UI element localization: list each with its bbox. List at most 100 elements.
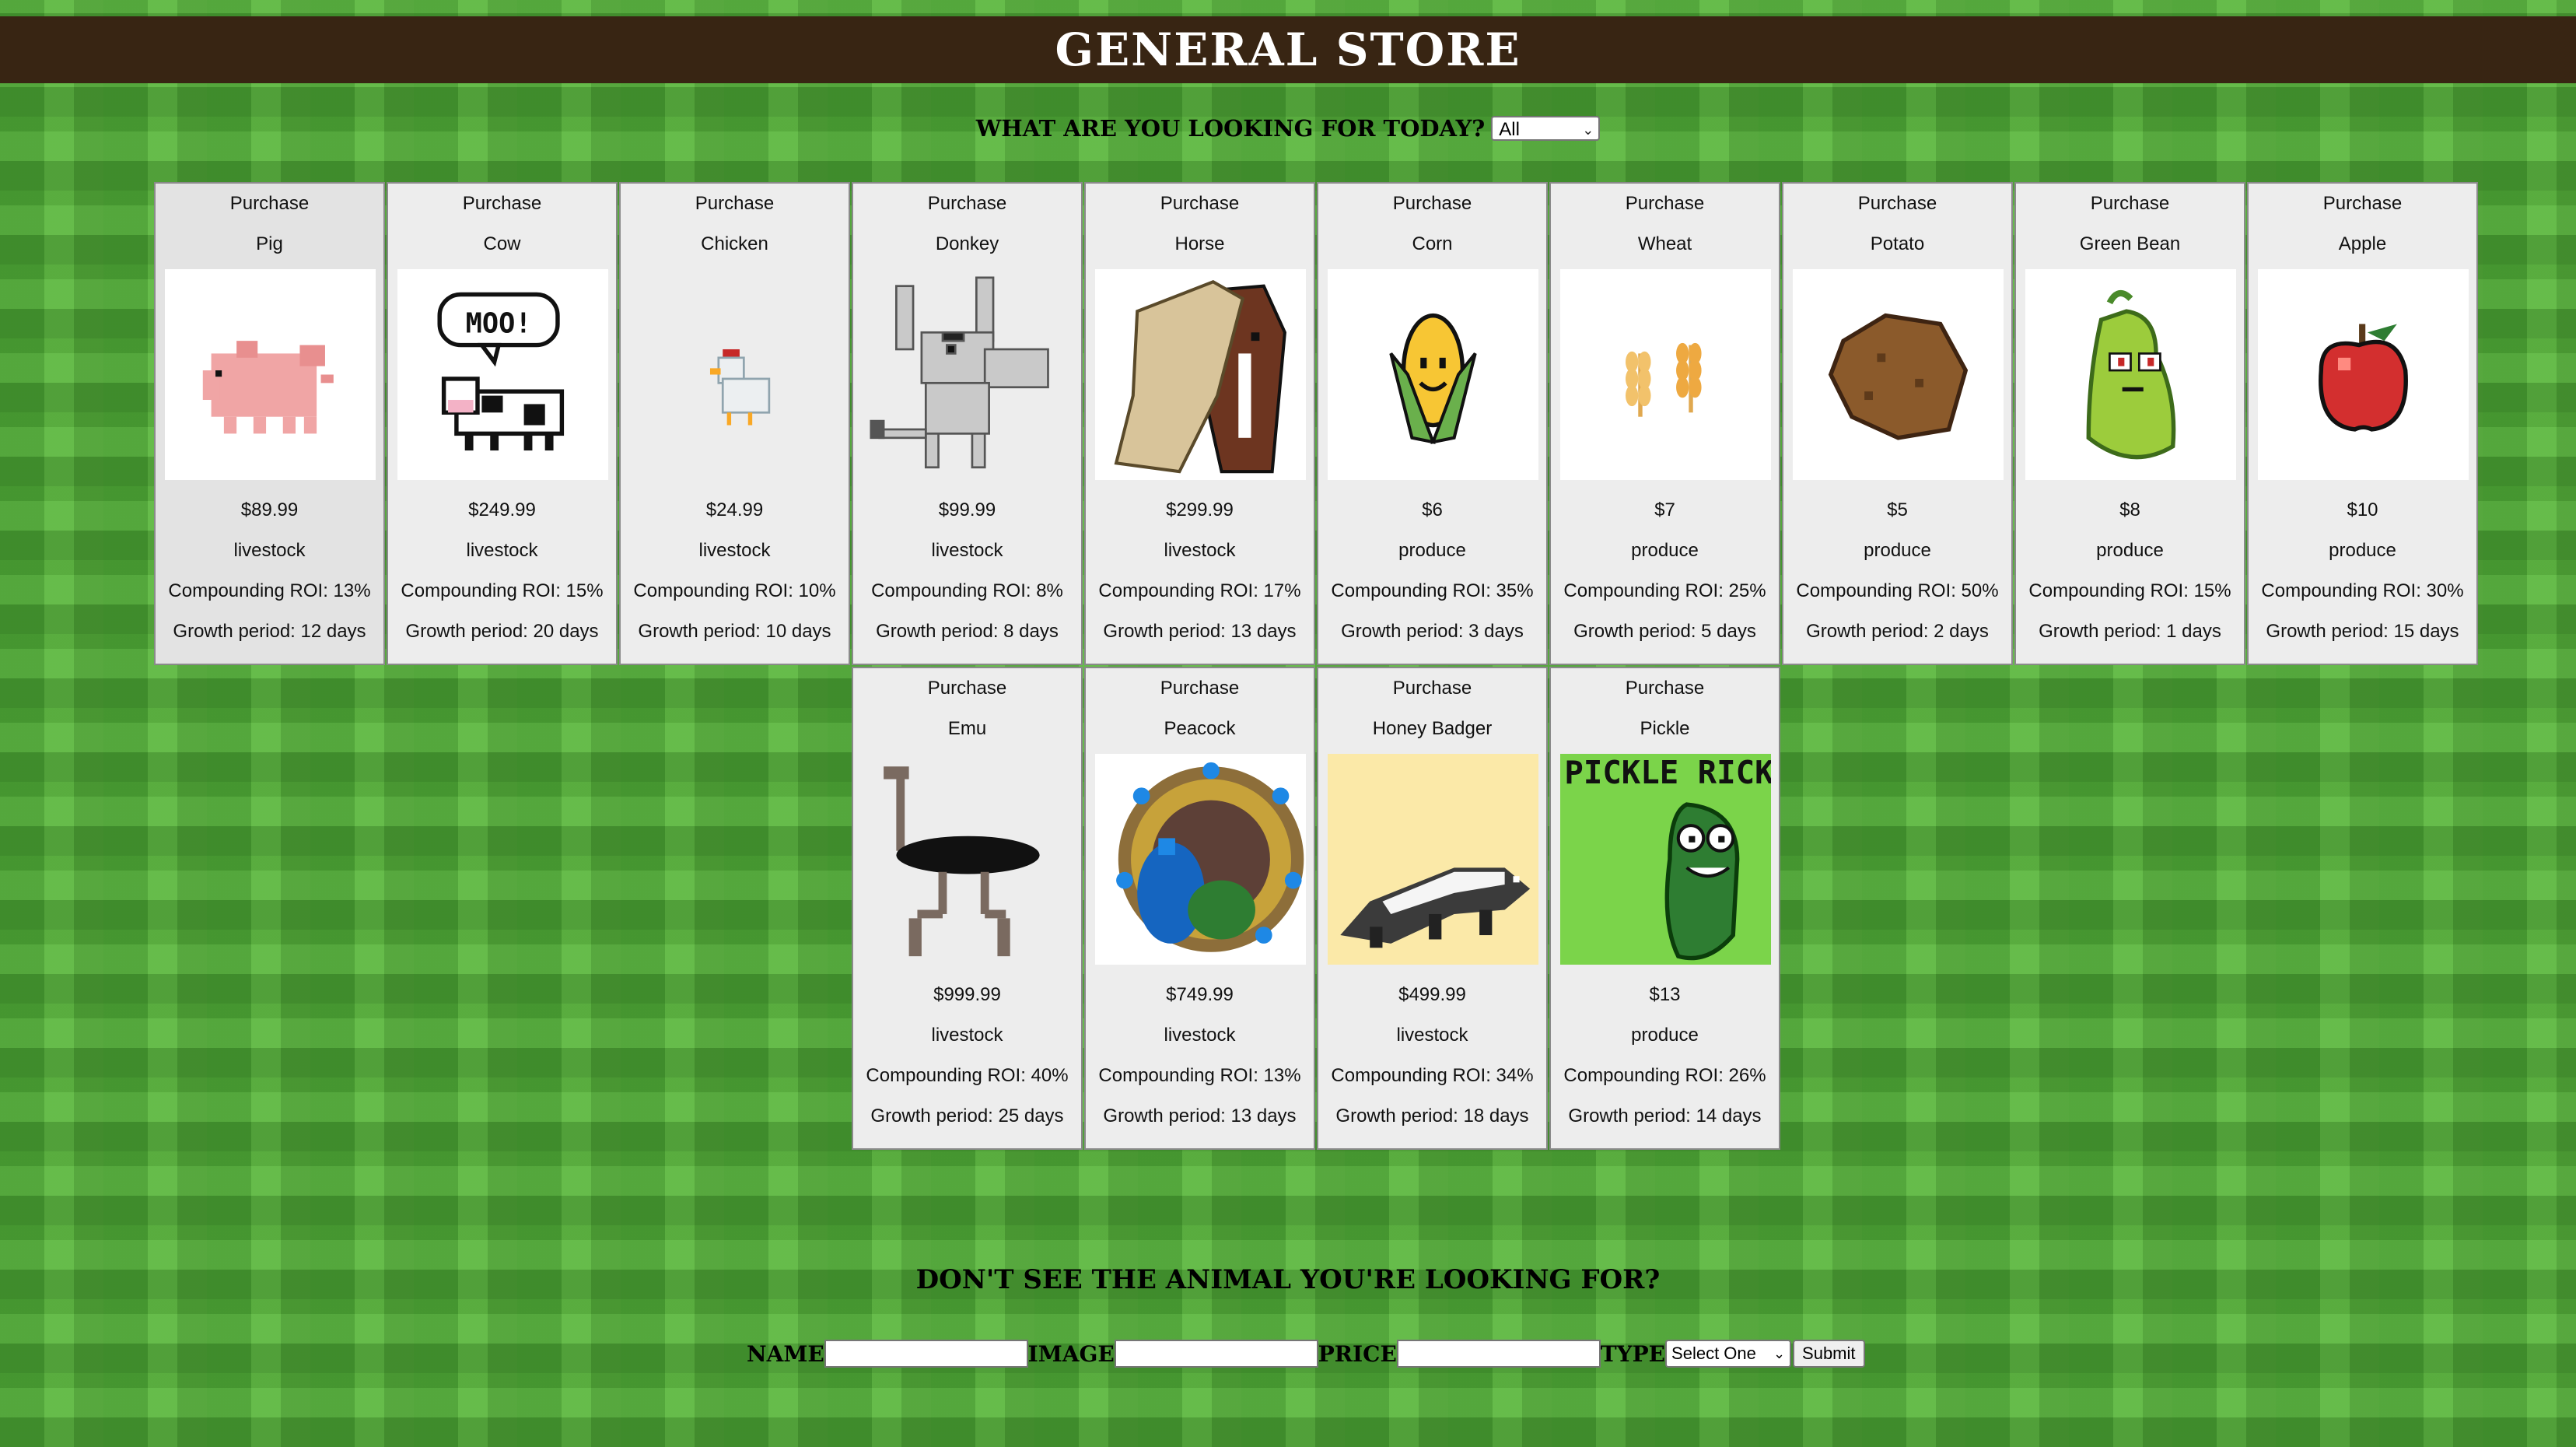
filter-row: What are you looking for today? All ⌄ xyxy=(0,115,2576,151)
product-name: Chicken xyxy=(701,233,768,254)
filter-select-value: All xyxy=(1499,119,1520,140)
product-card-wheat[interactable]: Purchase Wheat $7 produce Compounding RO… xyxy=(1549,182,1780,665)
product-price: $8 xyxy=(2119,499,2140,520)
product-card-honey-badger[interactable]: Purchase Honey Badger $499.99 livestock … xyxy=(1317,667,1548,1150)
type-select[interactable]: Select One ⌄ xyxy=(1665,1340,1792,1368)
price-input[interactable] xyxy=(1396,1340,1601,1368)
chevron-down-icon: ⌄ xyxy=(1582,122,1594,138)
product-card-peacock[interactable]: Purchase Peacock $749.99 livestock Compo… xyxy=(1084,667,1315,1150)
product-roi: Compounding ROI: 15% xyxy=(401,580,604,601)
product-type: produce xyxy=(1631,540,1699,561)
product-growth: Growth period: 1 days xyxy=(2039,621,2221,642)
product-price: $24.99 xyxy=(705,499,764,520)
product-name: Peacock xyxy=(1164,718,1236,739)
product-card-apple[interactable]: Purchase Apple $10 produce Compounding R… xyxy=(2247,182,2478,665)
product-roi: Compounding ROI: 26% xyxy=(1563,1065,1766,1086)
green-bean-icon xyxy=(2025,269,2236,480)
chevron-down-icon: ⌄ xyxy=(1773,1346,1786,1361)
product-price: $7 xyxy=(1654,499,1675,520)
purchase-label[interactable]: Purchase xyxy=(156,188,383,219)
purchase-label[interactable]: Purchase xyxy=(621,188,849,219)
product-type: produce xyxy=(1631,1025,1699,1046)
product-type: produce xyxy=(2329,540,2396,561)
product-name: Horse xyxy=(1174,233,1225,254)
product-type: livestock xyxy=(1396,1025,1468,1046)
purchase-label[interactable]: Purchase xyxy=(1086,188,1314,219)
product-name: Honey Badger xyxy=(1372,718,1493,739)
submit-button[interactable]: Submit xyxy=(1793,1340,1865,1368)
product-type: produce xyxy=(1398,540,1466,561)
product-type: livestock xyxy=(1164,1025,1236,1046)
filter-select[interactable]: All ⌄ xyxy=(1491,116,1601,141)
purchase-label[interactable]: Purchase xyxy=(1086,673,1314,704)
purchase-label[interactable]: Purchase xyxy=(853,188,1081,219)
product-growth: Growth period: 18 days xyxy=(1335,1105,1529,1126)
product-price: $99.99 xyxy=(938,499,996,520)
product-roi: Compounding ROI: 50% xyxy=(1796,580,1999,601)
product-growth: Growth period: 2 days xyxy=(1806,621,1989,642)
product-card-cow[interactable]: Purchase Cow MOO! $249.99 livestock Comp… xyxy=(387,182,618,665)
product-name: Cow xyxy=(483,233,521,254)
purchase-label[interactable]: Purchase xyxy=(1318,673,1546,704)
product-growth: Growth period: 12 days xyxy=(173,621,366,642)
product-card-pickle[interactable]: Purchase Pickle PICKLE RICK $13 produce … xyxy=(1549,667,1780,1150)
product-roi: Compounding ROI: 35% xyxy=(1331,580,1534,601)
product-card-pig[interactable]: Purchase Pig $89.99 livestock Compoundin… xyxy=(154,182,385,665)
product-price: $499.99 xyxy=(1398,984,1466,1005)
product-roi: Compounding ROI: 34% xyxy=(1331,1065,1534,1086)
product-name: Corn xyxy=(1412,233,1453,254)
product-type: livestock xyxy=(931,1025,1003,1046)
product-price: $6 xyxy=(1422,499,1443,520)
product-card-green-bean[interactable]: Purchase Green Bean $8 produce Compoundi… xyxy=(2014,182,2245,665)
product-roi: Compounding ROI: 15% xyxy=(2028,580,2231,601)
name-label: Name xyxy=(747,1340,824,1367)
purchase-label[interactable]: Purchase xyxy=(1551,188,1779,219)
add-animal-form: Name Image Price Type Select One ⌄ Submi… xyxy=(747,1340,1865,1371)
product-roi: Compounding ROI: 13% xyxy=(1098,1065,1301,1086)
type-select-value: Select One xyxy=(1671,1344,1756,1363)
product-growth: Growth period: 20 days xyxy=(405,621,599,642)
honey-badger-icon xyxy=(1328,754,1538,965)
pickle-icon: PICKLE RICK xyxy=(1560,754,1771,965)
purchase-label[interactable]: Purchase xyxy=(2249,188,2476,219)
product-growth: Growth period: 8 days xyxy=(876,621,1059,642)
donkey-icon xyxy=(863,269,1073,480)
product-growth: Growth period: 10 days xyxy=(638,621,831,642)
name-input[interactable] xyxy=(824,1340,1028,1368)
product-roi: Compounding ROI: 40% xyxy=(866,1065,1069,1086)
peacock-icon xyxy=(1095,754,1306,965)
product-type: livestock xyxy=(698,540,771,561)
purchase-label[interactable]: Purchase xyxy=(1783,188,2011,219)
potato-icon xyxy=(1793,269,2004,480)
product-price: $249.99 xyxy=(468,499,536,520)
product-price: $10 xyxy=(2347,499,2378,520)
image-input[interactable] xyxy=(1114,1340,1318,1368)
filter-label: What are you looking for today? xyxy=(975,115,1486,142)
purchase-label[interactable]: Purchase xyxy=(1551,673,1779,704)
product-growth: Growth period: 25 days xyxy=(870,1105,1064,1126)
product-type: produce xyxy=(1864,540,1931,561)
product-growth: Growth period: 13 days xyxy=(1103,1105,1297,1126)
product-growth: Growth period: 15 days xyxy=(2266,621,2459,642)
product-card-horse[interactable]: Purchase Horse $299.99 livestock Compoun… xyxy=(1084,182,1315,665)
product-name: Apple xyxy=(2338,233,2387,254)
product-type: livestock xyxy=(1164,540,1236,561)
product-roi: Compounding ROI: 8% xyxy=(871,580,1063,601)
product-card-potato[interactable]: Purchase Potato $5 produce Compounding R… xyxy=(1782,182,2013,665)
purchase-label[interactable]: Purchase xyxy=(388,188,616,219)
product-price: $999.99 xyxy=(933,984,1001,1005)
product-roi: Compounding ROI: 30% xyxy=(2261,580,2464,601)
product-card-donkey[interactable]: Purchase Donkey $99.99 livestock Compoun… xyxy=(852,182,1083,665)
purchase-label[interactable]: Purchase xyxy=(1318,188,1546,219)
product-card-chicken[interactable]: Purchase Chicken $24.99 livestock Compou… xyxy=(619,182,850,665)
product-card-corn[interactable]: Purchase Corn $6 produce Compounding ROI… xyxy=(1317,182,1548,665)
product-name: Potato xyxy=(1870,233,1925,254)
product-price: $299.99 xyxy=(1166,499,1234,520)
purchase-label[interactable]: Purchase xyxy=(853,673,1081,704)
wheat-icon xyxy=(1560,269,1771,480)
product-card-emu[interactable]: Purchase Emu $999.99 livestock Compoundi… xyxy=(852,667,1083,1150)
purchase-label[interactable]: Purchase xyxy=(2016,188,2244,219)
price-label: Price xyxy=(1318,1340,1397,1367)
product-name: Pickle xyxy=(1640,718,1690,739)
product-name: Donkey xyxy=(935,233,999,254)
